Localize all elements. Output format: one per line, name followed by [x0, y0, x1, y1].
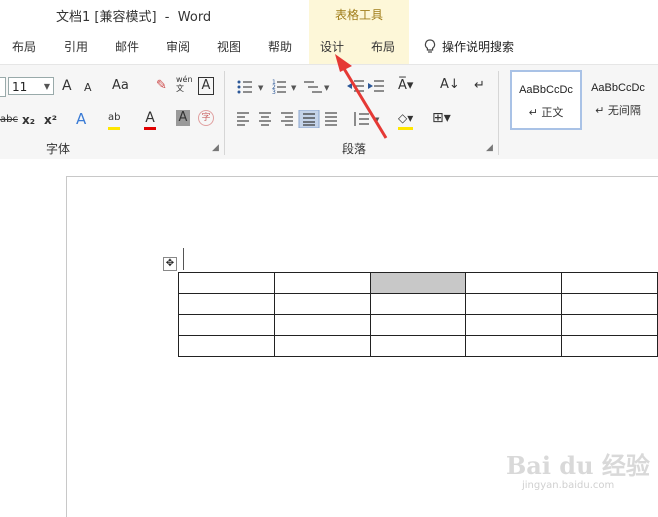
tab-help[interactable]: 帮助: [268, 38, 292, 55]
svg-text:▼: ▼: [258, 84, 264, 92]
tab-references[interactable]: 引用: [64, 38, 88, 55]
table-cell[interactable]: [561, 272, 658, 294]
svg-text:3: 3: [272, 89, 276, 96]
font-dialog-launcher-icon[interactable]: ◢: [212, 143, 219, 153]
tab-view[interactable]: 视图: [217, 38, 241, 55]
table-cell[interactable]: [465, 293, 563, 315]
show-marks-icon[interactable]: ↵: [474, 77, 485, 95]
table-cell[interactable]: [561, 335, 658, 357]
paragraph-shading-icon[interactable]: ◇▾: [398, 109, 414, 130]
table-cell[interactable]: [178, 293, 275, 315]
style-no-spacing[interactable]: AaBbCcDc ↵ 无间隔: [584, 70, 652, 126]
font-group-label: 字体: [46, 142, 71, 156]
tell-me-search[interactable]: 操作说明搜索: [424, 38, 514, 55]
table-cell[interactable]: [178, 272, 275, 294]
baidu-watermark: Bai du 经验: [506, 451, 650, 480]
clear-formatting-icon[interactable]: ✎: [156, 77, 167, 95]
table-cell-selected[interactable]: [369, 272, 467, 294]
baidu-watermark-url: jingyan.baidu.com: [522, 480, 615, 491]
style-name: ↵ 无间隔: [595, 104, 641, 117]
table-row: [178, 272, 658, 294]
table-cell[interactable]: [369, 314, 467, 336]
table-cell[interactable]: [465, 272, 563, 294]
group-divider: [498, 71, 499, 155]
table-cell[interactable]: [178, 314, 275, 336]
font-size-box[interactable]: 11 ▼: [8, 77, 54, 95]
table-row: [178, 335, 658, 357]
table-tools-title: 表格工具: [334, 8, 383, 22]
grow-font-icon[interactable]: A: [62, 77, 72, 95]
phonetic-guide-icon[interactable]: wén 文: [176, 75, 193, 95]
table-cell[interactable]: [465, 335, 563, 357]
table-cell[interactable]: [273, 272, 371, 294]
borders-icon[interactable]: ⊞▾: [432, 109, 451, 127]
strikethrough-icon[interactable]: abc: [0, 111, 18, 129]
paragraph-dialog-launcher-icon[interactable]: ◢: [486, 143, 493, 153]
chevron-down-icon: ▼: [43, 82, 50, 91]
font-size-value: 11: [12, 80, 28, 94]
paragraph-mark-icon: ↵: [595, 104, 608, 117]
table-cell[interactable]: [561, 314, 658, 336]
enclose-characters-icon[interactable]: 字: [198, 110, 214, 126]
style-preview: AaBbCcDc: [591, 82, 645, 94]
style-name: ↵ 正文: [528, 106, 564, 119]
table-cell[interactable]: [273, 335, 371, 357]
window-title: 文档1 [兼容模式] - Word: [56, 10, 212, 25]
ribbon: 11 ▼ A A Aa ✎ wén 文 A abc x₂ x² A ab A A…: [0, 64, 658, 160]
table-row: [178, 293, 658, 315]
table-cell[interactable]: [465, 314, 563, 336]
table-move-handle-icon[interactable]: ✥: [163, 257, 177, 271]
table-cell[interactable]: [178, 335, 275, 357]
style-preview: AaBbCcDc: [519, 84, 573, 96]
font-name-box[interactable]: [0, 77, 6, 97]
svg-text:▼: ▼: [291, 84, 297, 92]
sort-icon[interactable]: A↓: [440, 76, 460, 94]
chinese-layout-icon[interactable]: A̅▾: [398, 77, 413, 95]
text-cursor: [183, 248, 184, 270]
text-effects-icon[interactable]: A: [76, 110, 86, 128]
superscript-icon[interactable]: x²: [44, 111, 57, 129]
tab-mailings[interactable]: 邮件: [115, 38, 139, 55]
paragraph-mark-icon: ↵: [528, 106, 542, 119]
change-case-icon[interactable]: Aa: [112, 77, 129, 95]
group-divider: [224, 71, 225, 155]
table-cell[interactable]: [369, 335, 467, 357]
paragraph-group-label: 段落: [342, 142, 367, 156]
style-normal[interactable]: AaBbCcDc ↵ 正文: [510, 70, 582, 130]
annotation-arrow-icon: [335, 54, 388, 139]
font-color-icon[interactable]: A: [144, 109, 156, 130]
document-table[interactable]: [178, 272, 658, 357]
table-cell[interactable]: [273, 314, 371, 336]
table-row: [178, 314, 658, 336]
character-border-icon[interactable]: A: [198, 77, 214, 95]
shrink-font-icon[interactable]: A: [84, 79, 92, 97]
subscript-icon[interactable]: x₂: [22, 111, 35, 129]
character-shading-icon[interactable]: A: [176, 110, 190, 126]
tell-me-label: 操作说明搜索: [442, 40, 515, 54]
lightbulb-icon: [424, 38, 436, 53]
table-cell[interactable]: [273, 293, 371, 315]
highlight-icon[interactable]: ab: [108, 109, 121, 130]
table-cell[interactable]: [561, 293, 658, 315]
tab-layout[interactable]: 布局: [12, 38, 36, 55]
tab-review[interactable]: 审阅: [166, 38, 190, 55]
table-cell[interactable]: [369, 293, 467, 315]
